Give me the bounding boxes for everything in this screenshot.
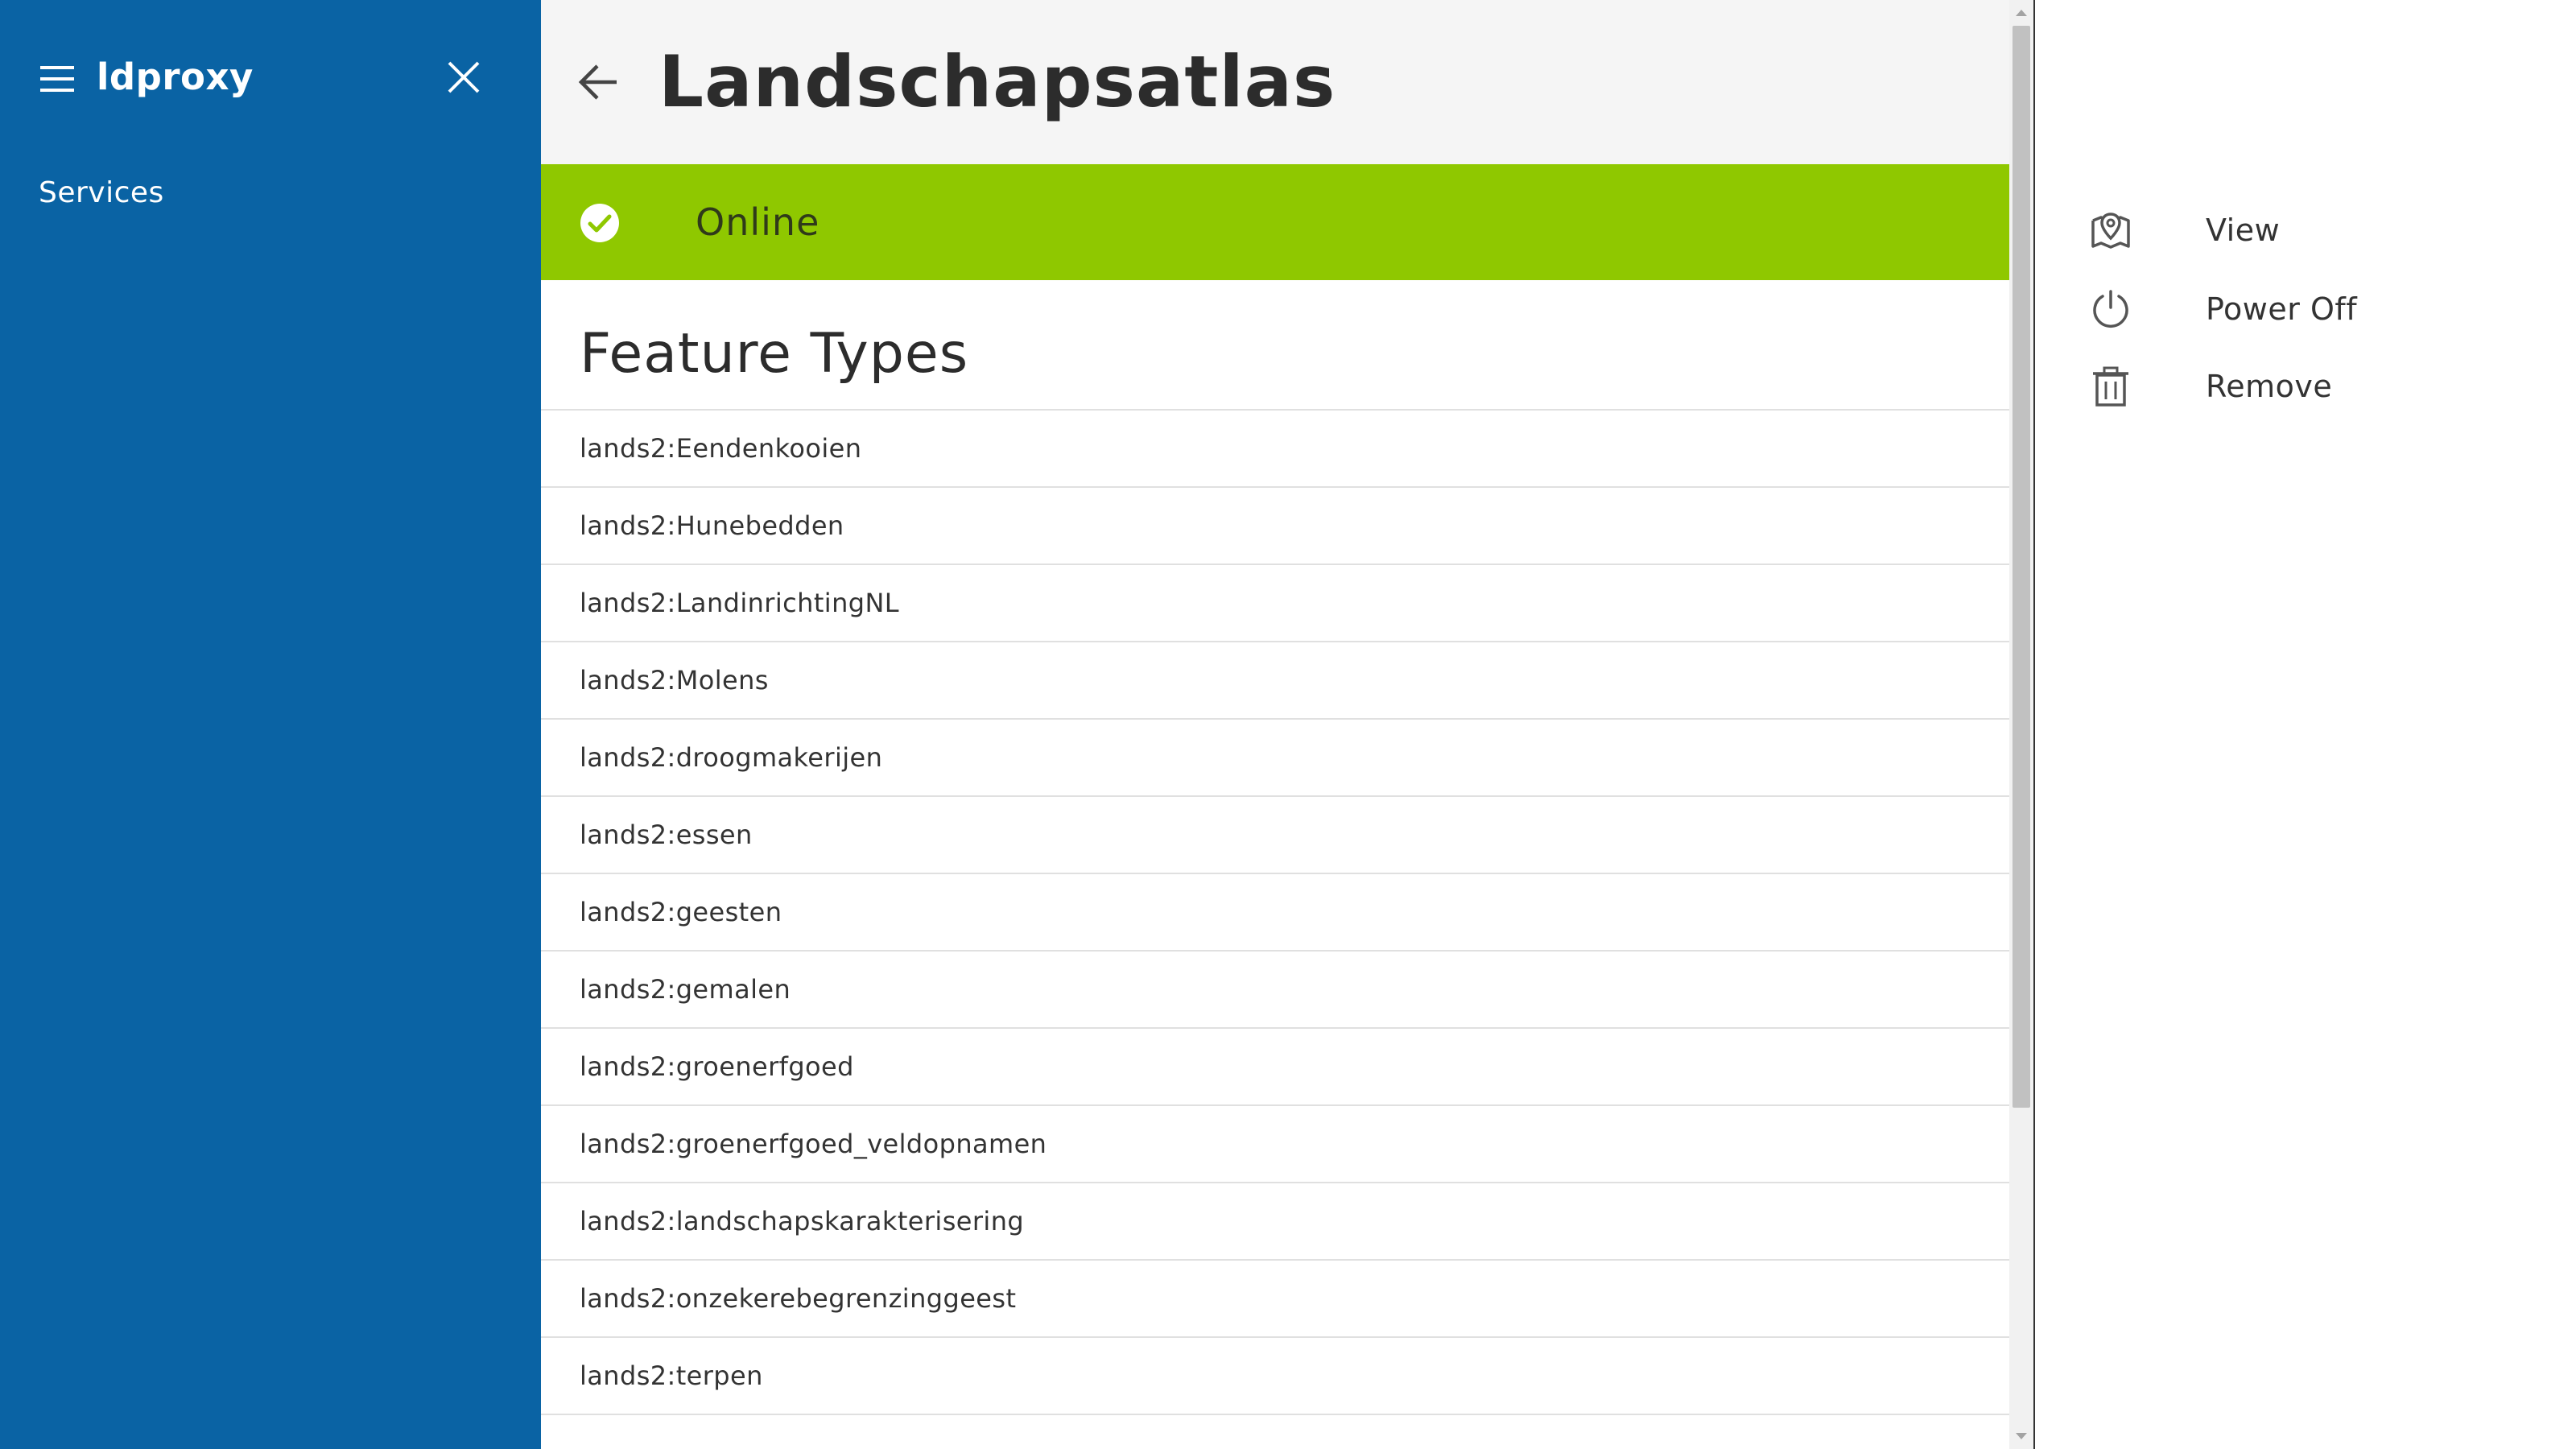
app-window: ldproxy Services Landschapsatlas Online … bbox=[0, 0, 2576, 1449]
sidebar: ldproxy Services bbox=[0, 0, 541, 1449]
main-scrollbar[interactable] bbox=[2009, 0, 2033, 1449]
feature-type-item[interactable]: lands2:groenerfgoed_veldopnamen bbox=[541, 1106, 2009, 1183]
power-icon bbox=[2090, 288, 2132, 330]
feature-type-item[interactable]: lands2:landschapskarakterisering bbox=[541, 1183, 2009, 1261]
scroll-down-arrow-icon[interactable] bbox=[2016, 1433, 2027, 1439]
feature-types-list: lands2:Eendenkooien lands2:Hunebedden la… bbox=[541, 409, 2009, 1415]
remove-label: Remove bbox=[2206, 369, 2333, 404]
map-pin-icon bbox=[2090, 209, 2132, 251]
feature-type-item[interactable]: lands2:gemalen bbox=[541, 952, 2009, 1029]
feature-type-item[interactable]: lands2:Molens bbox=[541, 642, 2009, 720]
feature-type-item[interactable]: lands2:essen bbox=[541, 797, 2009, 874]
power-off-label: Power Off bbox=[2206, 291, 2358, 327]
feature-type-item[interactable]: lands2:geesten bbox=[541, 874, 2009, 952]
main-content: Landschapsatlas Online Feature Types lan… bbox=[541, 0, 2009, 1449]
trash-icon bbox=[2090, 365, 2132, 407]
feature-type-item[interactable]: lands2:groenerfgoed bbox=[541, 1029, 2009, 1106]
actions-panel: View Power Off Remove bbox=[2035, 0, 2576, 1449]
feature-type-item[interactable]: lands2:droogmakerijen bbox=[541, 720, 2009, 797]
status-label: Online bbox=[696, 200, 820, 244]
hamburger-menu-icon[interactable] bbox=[39, 63, 77, 95]
page-header: Landschapsatlas bbox=[541, 0, 2009, 164]
app-brand: ldproxy bbox=[97, 56, 254, 98]
feature-type-item[interactable]: lands2:onzekerebegrenzinggeest bbox=[541, 1261, 2009, 1338]
scroll-up-arrow-icon[interactable] bbox=[2016, 10, 2027, 16]
view-button[interactable]: View bbox=[2090, 201, 2492, 259]
check-circle-icon bbox=[580, 203, 620, 243]
view-label: View bbox=[2206, 213, 2281, 248]
feature-type-item[interactable]: lands2:terpen bbox=[541, 1338, 2009, 1415]
feature-type-item[interactable]: lands2:Hunebedden bbox=[541, 488, 2009, 565]
feature-type-item[interactable]: lands2:Eendenkooien bbox=[541, 411, 2009, 488]
feature-type-item[interactable]: lands2:LandinrichtingNL bbox=[541, 565, 2009, 642]
close-sidebar-icon[interactable] bbox=[444, 58, 483, 97]
scroll-thumb[interactable] bbox=[2013, 26, 2030, 1108]
remove-button[interactable]: Remove bbox=[2090, 357, 2492, 415]
power-off-button[interactable]: Power Off bbox=[2090, 280, 2492, 338]
back-arrow-icon[interactable] bbox=[575, 58, 623, 106]
page-title: Landschapsatlas bbox=[658, 40, 1336, 123]
sidebar-item-services[interactable]: Services bbox=[39, 169, 164, 217]
feature-types-heading: Feature Types bbox=[580, 322, 969, 386]
status-banner: Online bbox=[541, 164, 2009, 280]
